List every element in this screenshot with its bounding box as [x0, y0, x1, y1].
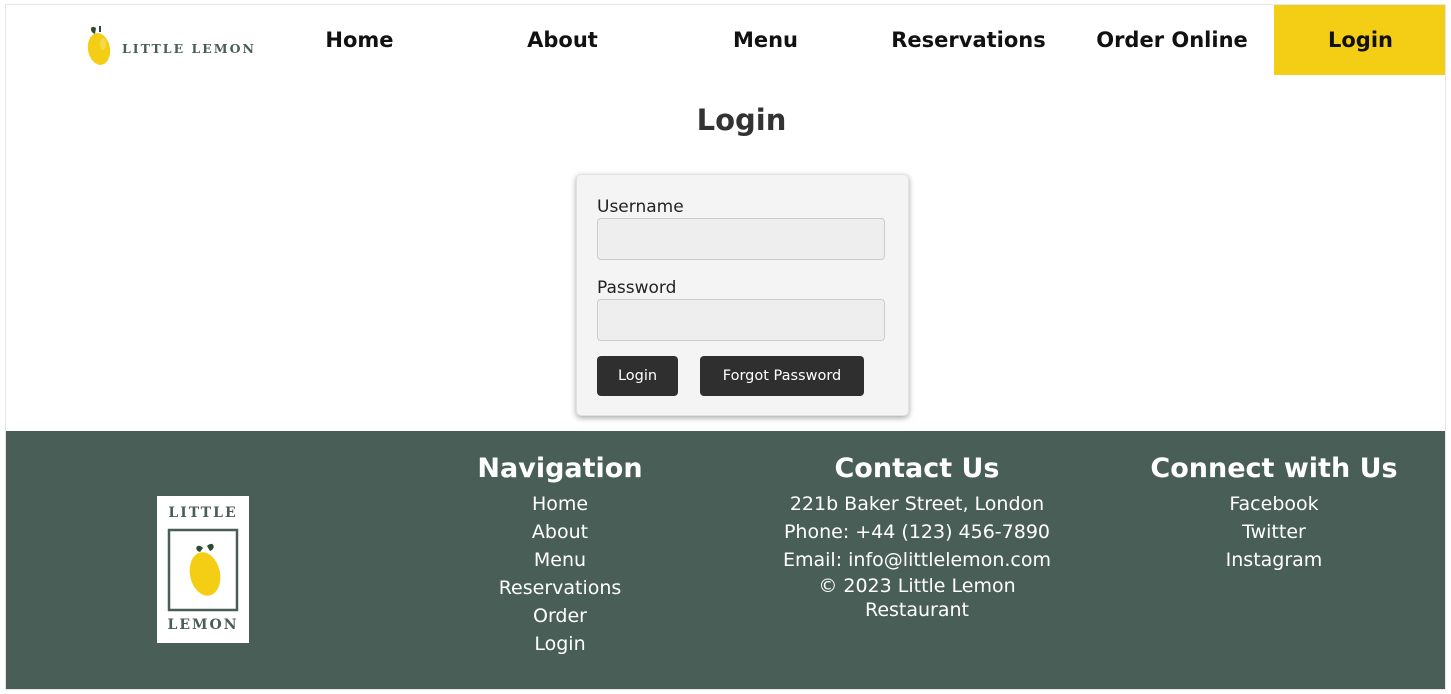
footer-address: 221b Baker Street, London: [789, 493, 1045, 515]
nav-menu[interactable]: Menu: [664, 5, 867, 75]
footer-social-title: Connect with Us: [1150, 453, 1398, 484]
footer-link-reservations[interactable]: Reservations: [460, 574, 660, 602]
password-field[interactable]: [597, 299, 885, 341]
page-title: Login: [696, 103, 787, 137]
footer-link-twitter[interactable]: Twitter: [1144, 518, 1404, 546]
footer-logo: LITTLE LEMON: [157, 496, 249, 643]
nav-order-online[interactable]: Order Online: [1070, 5, 1274, 75]
password-label: Password: [597, 278, 677, 298]
username-label: Username: [597, 197, 684, 217]
footer-contact-title: Contact Us: [834, 453, 1000, 484]
footer-navigation-title: Navigation: [477, 453, 643, 484]
forgot-password-button[interactable]: Forgot Password: [700, 356, 864, 396]
lemon-icon: [86, 22, 114, 72]
site-header: LITTLE LEMON Home About Menu Reservation…: [6, 5, 1445, 75]
footer-logo-bottom-word: LEMON: [167, 617, 239, 633]
brand-logo[interactable]: LITTLE LEMON: [86, 25, 256, 69]
footer-link-instagram[interactable]: Instagram: [1144, 546, 1404, 574]
nav-login[interactable]: Login: [1274, 5, 1445, 75]
footer-link-about[interactable]: About: [460, 518, 660, 546]
page-frame: LITTLE LEMON Home About Menu Reservation…: [5, 4, 1446, 690]
footer-link-menu[interactable]: Menu: [460, 546, 660, 574]
footer-navigation: Navigation Home About Menu Reservations …: [460, 453, 660, 658]
nav-reservations[interactable]: Reservations: [867, 5, 1070, 75]
footer-copyright: © 2023 Little Lemon Restaurant: [818, 575, 1016, 621]
footer-email: Email: info@littlelemon.com: [783, 549, 1051, 571]
site-footer: LITTLE LEMON Navigation Home About Menu …: [6, 431, 1445, 689]
footer-contact: Contact Us 221b Baker Street, London Pho…: [762, 453, 1072, 622]
footer-link-login[interactable]: Login: [460, 630, 660, 658]
footer-logo-top-word: LITTLE: [168, 505, 238, 521]
lemon-icon: [167, 528, 239, 612]
login-form: Username Password Login Forgot Password: [576, 174, 909, 416]
footer-phone: Phone: +44 (123) 456-7890: [783, 521, 1051, 543]
footer-link-facebook[interactable]: Facebook: [1144, 490, 1404, 518]
login-button[interactable]: Login: [597, 356, 678, 396]
nav-about[interactable]: About: [461, 5, 664, 75]
footer-social: Connect with Us Facebook Twitter Instagr…: [1144, 453, 1404, 574]
username-field[interactable]: [597, 218, 885, 260]
footer-link-home[interactable]: Home: [460, 490, 660, 518]
brand-name: LITTLE LEMON: [122, 40, 256, 56]
footer-link-order[interactable]: Order: [460, 602, 660, 630]
nav-home[interactable]: Home: [258, 5, 461, 75]
